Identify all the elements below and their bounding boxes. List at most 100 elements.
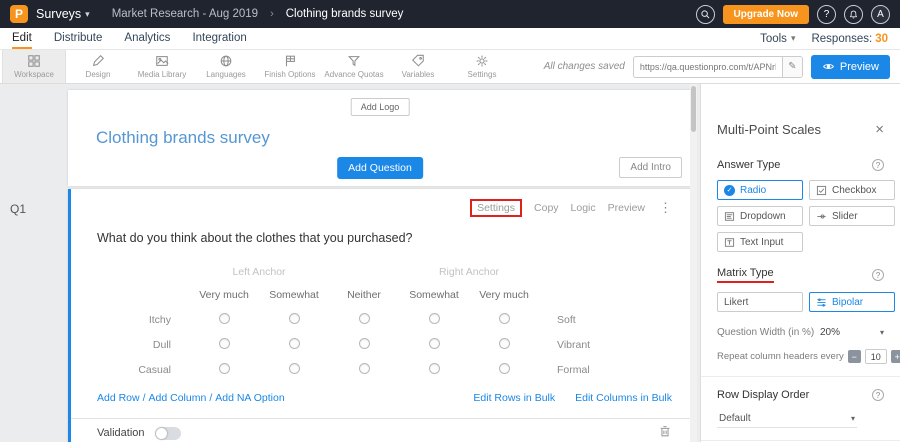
search-button[interactable] [696,5,715,24]
right-anchor-label: Right Anchor [399,261,539,283]
tool-finish-options[interactable]: Finish Options [258,50,322,83]
separator: / [143,392,146,404]
tools-menu[interactable]: Tools ▾ [760,33,795,45]
option-label: Likert [724,297,748,308]
radio-option[interactable] [289,363,300,374]
help-icon[interactable]: ? [872,159,884,171]
add-column-link[interactable]: Add Column [149,392,207,404]
delete-question-button[interactable] [658,424,672,442]
matrix-type-bipolar[interactable]: Bipolar [809,292,895,312]
tool-label: Variables [402,70,435,79]
radio-option[interactable] [219,338,230,349]
design-icon [91,54,105,68]
matrix-type-likert[interactable]: Likert [717,292,803,312]
survey-header-card: Add Logo Clothing brands survey Add Ques… [68,90,692,186]
menu-analytics[interactable]: Analytics [124,28,170,49]
question-preview-button[interactable]: Preview [608,202,645,214]
radio-option[interactable] [289,338,300,349]
upgrade-now-button[interactable]: Upgrade Now [723,5,809,24]
answer-type-checkbox[interactable]: Checkbox [809,180,895,200]
answer-type-dropdown[interactable]: Dropdown [717,206,803,226]
row-left-label: Dull [97,332,189,357]
radio-option[interactable] [429,363,440,374]
question-logic-button[interactable]: Logic [571,202,596,214]
row-left-label: Itchy [97,307,189,332]
question-block: Settings Copy Logic Preview ⋮ What do yo… [68,189,692,442]
radio-option[interactable] [429,338,440,349]
tool-settings[interactable]: Settings [450,50,514,83]
menu-bar: Edit Distribute Analytics Integration To… [0,28,900,50]
question-copy-button[interactable]: Copy [534,202,559,214]
tool-media-library[interactable]: Media Library [130,50,194,83]
pencil-icon: ✎ [788,61,796,72]
answer-type-text-input[interactable]: Text Input [717,232,803,252]
edit-rows-bulk-link[interactable]: Edit Rows in Bulk [473,392,555,404]
more-options-icon[interactable]: ⋮ [659,200,672,216]
menu-distribute[interactable]: Distribute [54,28,103,49]
edit-columns-bulk-link[interactable]: Edit Columns in Bulk [575,392,672,404]
add-row-link[interactable]: Add Row [97,392,140,404]
close-icon[interactable]: × [875,122,884,137]
surveys-menu[interactable]: Surveys ▾ [36,7,90,21]
tool-languages[interactable]: Languages [194,50,258,83]
radio-option[interactable] [359,313,370,324]
preview-button[interactable]: Preview [811,55,890,79]
tool-variables[interactable]: Variables [386,50,450,83]
question-settings-button[interactable]: Settings [470,199,522,217]
option-label: Slider [832,211,858,222]
breadcrumb-separator: › [270,8,274,20]
question-width-select[interactable]: 20% ▾ [820,327,884,338]
radio-option[interactable] [289,313,300,324]
menu-integration[interactable]: Integration [192,28,246,49]
add-question-button[interactable]: Add Question [337,157,423,179]
add-intro-button[interactable]: Add Intro [619,157,682,178]
radio-option[interactable] [499,363,510,374]
trash-icon [658,424,672,438]
help-icon[interactable]: ? [872,389,884,401]
radio-option[interactable] [359,363,370,374]
notifications-button[interactable] [844,5,863,24]
avatar[interactable]: A [871,5,890,24]
repeat-rows-input[interactable] [865,349,887,364]
scale-label: Very much [189,283,259,307]
help-button[interactable]: ? [817,5,836,24]
radio-option[interactable] [359,338,370,349]
radio-option[interactable] [219,363,230,374]
variables-icon [411,54,425,68]
radio-option[interactable] [219,313,230,324]
row-right-label: Vibrant [539,332,649,357]
decrement-button[interactable]: − [848,350,861,363]
radio-option[interactable] [499,313,510,324]
help-icon[interactable]: ? [872,269,884,281]
validation-toggle[interactable] [155,427,181,440]
breadcrumb-folder[interactable]: Market Research - Aug 2019 [112,8,258,20]
add-na-option-link[interactable]: Add NA Option [215,392,284,404]
responses-link[interactable]: Responses:30 [811,33,888,45]
radio-option[interactable] [499,338,510,349]
edit-url-button[interactable]: ✎ [782,56,802,78]
matrix-row: Dull Vibrant [97,332,649,357]
answer-type-radio[interactable]: Radio [717,180,803,200]
preview-label: Preview [840,61,879,73]
menu-edit[interactable]: Edit [12,28,32,49]
question-text[interactable]: What do you think about the clothes that… [97,231,672,245]
question-width-label: Question Width (in %) [717,327,814,338]
scrollbar-thumb[interactable] [691,86,696,132]
app-logo[interactable]: P [10,5,28,23]
radio-option[interactable] [429,313,440,324]
add-logo-button[interactable]: Add Logo [351,98,410,116]
answer-type-slider[interactable]: Slider [809,206,895,226]
increment-button[interactable]: + [891,350,900,363]
tool-design[interactable]: Design [66,50,130,83]
row-display-order-select[interactable]: Default ▾ [717,410,857,428]
row-right-label: Soft [539,307,649,332]
tool-advance-quotas[interactable]: Advance Quotas [322,50,386,83]
survey-title[interactable]: Clothing brands survey [96,128,270,148]
row-display-order-label: Row Display Order [717,389,809,401]
vertical-scrollbar[interactable] [690,84,697,442]
settings-sidebar: Multi-Point Scales × Answer Type ? Radio… [700,84,900,442]
bell-icon [848,9,859,20]
tool-workspace[interactable]: Workspace [2,50,66,83]
top-bar: P Surveys ▾ Market Research - Aug 2019 ›… [0,0,900,28]
survey-url-input[interactable] [634,62,782,72]
